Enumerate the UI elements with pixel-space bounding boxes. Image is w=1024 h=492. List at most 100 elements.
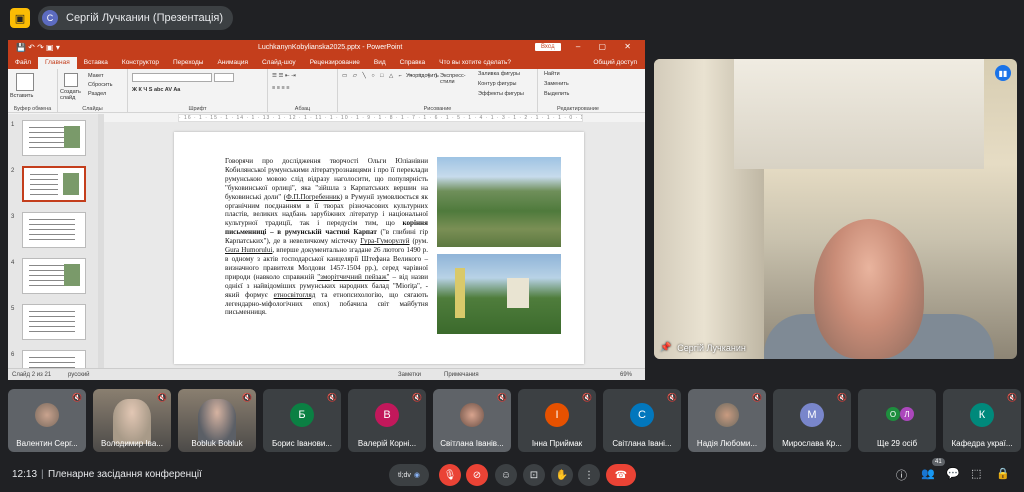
participant-tile[interactable]: О Л Ще 29 осіб [858, 389, 936, 452]
participant-video [198, 399, 236, 444]
present-button[interactable]: ⊡ [523, 464, 545, 486]
list-buttons[interactable]: ☰ ☰ ⇤ ⇥ [272, 73, 296, 79]
shape-outline-button[interactable]: Контур фигуры [478, 81, 516, 87]
hand-icon: ✋ [555, 469, 569, 481]
participant-tile[interactable]: 🔇 Світлана Іванів... [433, 389, 511, 452]
group-label: Шрифт [188, 106, 207, 112]
ribbon-tab[interactable]: Главная [37, 57, 77, 69]
info-icon[interactable]: ⓘ [896, 467, 907, 483]
leave-call-button[interactable]: ☎ [606, 464, 636, 486]
slide-thumbnail[interactable] [22, 166, 86, 202]
slide-link: Ф.П.Погребенник [286, 192, 341, 201]
slide-thumbnail[interactable] [22, 120, 86, 156]
section-button[interactable]: Раздел [88, 91, 106, 97]
thumbnail-number: 5 [11, 306, 15, 312]
participant-tile[interactable]: 🔇 Надія Любоми... [688, 389, 766, 452]
notes-button[interactable]: Заметки [398, 372, 421, 378]
ribbon-tab[interactable]: Справка [393, 57, 433, 69]
people-icon[interactable]: 👥 [921, 467, 935, 480]
quick-styles-button[interactable]: Экспресс-стили [440, 73, 468, 85]
shape-effects-button[interactable]: Эффекты фигуры [478, 91, 524, 97]
chat-icon[interactable]: 💬 [946, 467, 960, 480]
main-tile-name: 📌 Сергій Лучканин [660, 342, 746, 353]
tldv-extension-button[interactable]: tl;dv ◉ [389, 464, 429, 486]
clipboard-group: Вставить Буфер обмена [8, 69, 58, 113]
shape-fill-button[interactable]: Заливка фигуры [478, 71, 520, 77]
reset-button[interactable]: Сбросить [88, 82, 112, 88]
share-button[interactable]: Общий доступ [585, 57, 645, 69]
participant-name: Інна Приймак [531, 439, 583, 448]
ribbon-tabs: Файл Главная Вставка Конструктор Переходы Ани… [8, 56, 645, 69]
participant-tile[interactable]: 🔇 Валентин Серг... [8, 389, 86, 452]
participant-tile[interactable]: 🔇 Володимир Іва... [93, 389, 171, 452]
group-label: Рисование [423, 106, 452, 112]
participant-video [113, 399, 151, 444]
find-button[interactable]: Найти [544, 71, 560, 77]
ribbon-tab[interactable]: Вид [367, 57, 393, 69]
quick-access-icons[interactable]: 💾 ↶ ↷ ▣ ▾ [16, 43, 60, 52]
participant-tile[interactable]: С 🔇 Світлана Іванi... [603, 389, 681, 452]
participant-tile[interactable]: 🔇 Bobluk Bobluk [178, 389, 256, 452]
mic-muted-icon: 🔇 [497, 393, 507, 402]
mic-off-button[interactable]: 🎙 [439, 464, 461, 486]
participant-tile[interactable]: М 🔇 Мирослава Кр... [773, 389, 851, 452]
new-slide-icon[interactable] [64, 73, 78, 87]
bold-button[interactable]: Ж К Ч S abc AV Aa [132, 87, 180, 93]
ribbon-tab[interactable]: Вставка [77, 57, 115, 69]
select-button[interactable]: Выделить [544, 91, 569, 97]
ribbon: Вставить Буфер обмена Создать слайд Маке… [8, 69, 645, 113]
replace-button[interactable]: Заменить [544, 81, 569, 87]
paste-button[interactable]: Вставить [10, 93, 33, 99]
participant-avatar: І [545, 403, 569, 427]
slide-counter: Слайд 2 из 21 [12, 372, 52, 378]
participant-tile[interactable]: К 🔇 Кафедра украї... [943, 389, 1021, 452]
participant-tile[interactable]: Б 🔇 Борис Іванови... [263, 389, 341, 452]
mic-muted-icon: 🔇 [837, 393, 847, 402]
camera-off-button[interactable]: ⊘ [466, 464, 488, 486]
ribbon-tab[interactable]: Анимация [210, 57, 255, 69]
comments-button[interactable]: Примечания [444, 372, 479, 378]
zoom-level[interactable]: 69% [620, 372, 632, 378]
participant-tile[interactable]: І 🔇 Інна Приймак [518, 389, 596, 452]
slides-group: Создать слайд Макет Сбросить Раздел Слай… [58, 69, 128, 113]
ribbon-tab[interactable]: Что вы хотите сделать? [432, 57, 518, 69]
slide-thumbnail[interactable] [22, 212, 86, 248]
participant-photo [460, 403, 484, 427]
present-icon: ⊡ [529, 469, 539, 481]
main-camera-tile[interactable]: ▮▮ 📌 Сергій Лучканин [654, 59, 1017, 359]
layout-button[interactable]: Макет [88, 73, 104, 79]
paste-icon[interactable] [16, 73, 34, 91]
new-slide-button[interactable]: Создать слайд [60, 89, 84, 101]
font-name-select[interactable] [132, 73, 212, 82]
ribbon-tab[interactable]: Файл [8, 57, 38, 69]
participant-name: Кафедра украї... [951, 439, 1013, 448]
presenter-label: Сергій Лучканин (Презентація) [66, 12, 224, 24]
window-controls[interactable]: ▭ – ▢ ✕ [550, 42, 639, 51]
presenter-avatar: С [42, 10, 58, 26]
ribbon-tab[interactable]: Переходы [166, 57, 211, 69]
slide-link: Gura Humorului [225, 246, 273, 255]
mic-muted-icon: 🔇 [752, 393, 762, 402]
slide-thumbnail[interactable] [22, 304, 86, 340]
emoji-button[interactable]: ☺ [495, 464, 517, 486]
group-label: Буфер обмена [13, 106, 52, 112]
ribbon-tab[interactable]: Слайд-шоу [255, 57, 303, 69]
lock-icon[interactable]: 🔒 [996, 467, 1010, 480]
editing-group: Найти Заменить Выделить Редактирование [538, 69, 618, 113]
emoji-icon: ☺ [500, 469, 512, 481]
more-options-button[interactable]: ⋮ [578, 464, 600, 486]
more-participants-avatar: Л [900, 407, 914, 421]
pin-icon[interactable]: 📌 [660, 342, 671, 353]
align-buttons[interactable]: ≡ ≡ ≡ ≡ [272, 85, 289, 91]
font-size-select[interactable] [214, 73, 234, 82]
activities-icon[interactable]: ⬚ [971, 467, 981, 480]
language-indicator[interactable]: русский [68, 372, 90, 378]
arrange-button[interactable]: Упорядочить [406, 73, 439, 79]
slide-thumbnail[interactable] [22, 258, 86, 294]
separator: | [41, 469, 44, 480]
participant-tile[interactable]: В 🔇 Валерій Корні... [348, 389, 426, 452]
ribbon-tab[interactable]: Конструктор [115, 57, 166, 69]
raise-hand-button[interactable]: ✋ [551, 464, 573, 486]
presenter-chip[interactable]: С Сергій Лучканин (Презентація) [38, 6, 234, 30]
ribbon-tab[interactable]: Рецензирование [303, 57, 367, 69]
